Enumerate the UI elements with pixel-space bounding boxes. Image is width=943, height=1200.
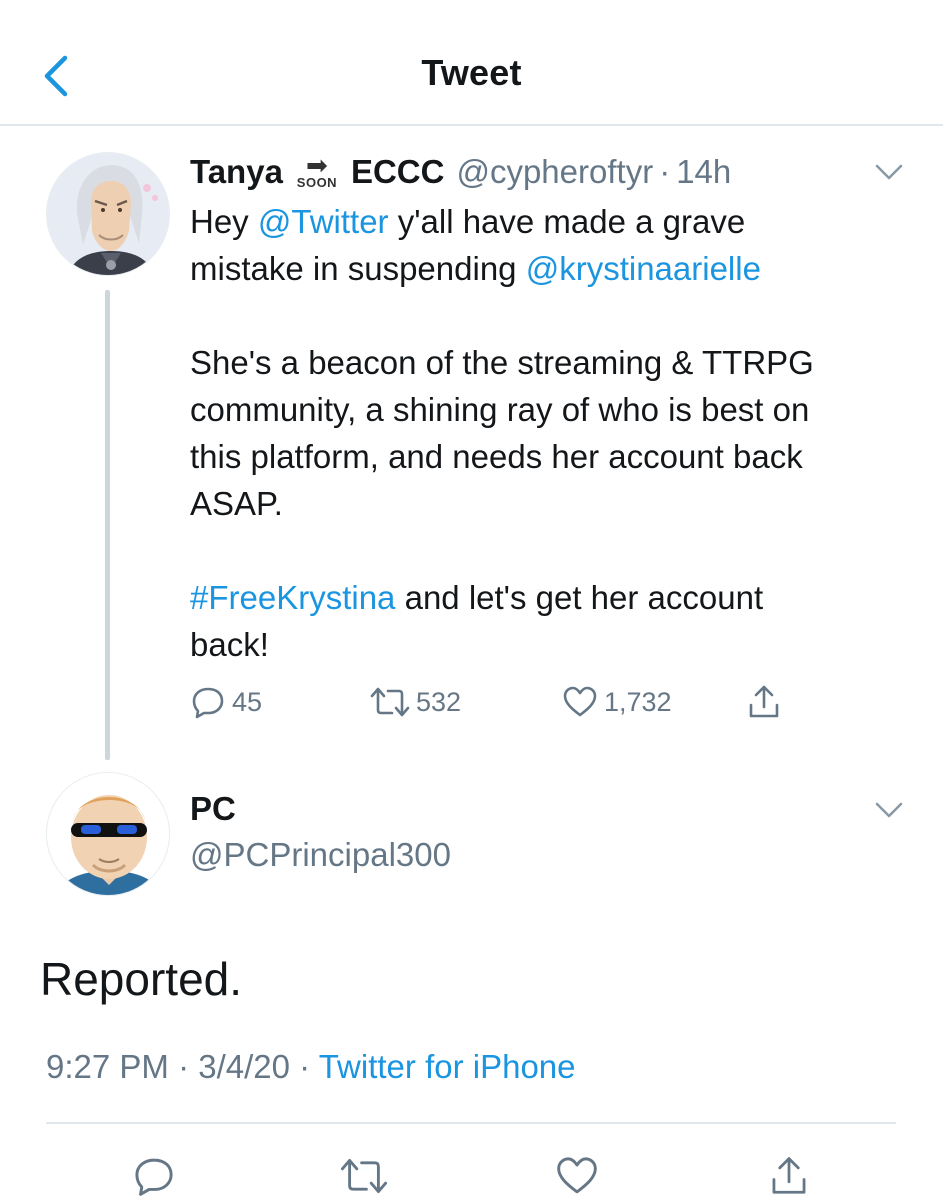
like-button[interactable] [553,1152,601,1200]
user-handle[interactable]: @cypheroftyr [456,153,653,191]
tweet-text: Hey @Twitter y'all have made a grave mis… [190,198,910,668]
tweet-header: Tanya ➡ SOON ECCC @cypheroftyr · 14h [190,150,731,194]
heart-icon [563,686,597,717]
tweet-menu-button[interactable] [873,798,905,822]
tweet-source-link[interactable]: Twitter for iPhone [319,1048,576,1085]
reply-user-handle[interactable]: @PCPrincipal300 [190,836,451,874]
mention-link[interactable]: @krystinaarielle [526,250,761,287]
hashtag-link[interactable]: #FreeKrystina [190,579,395,616]
mention-link[interactable]: @Twitter [258,203,389,240]
soon-arrow-emoji: ➡ SOON [293,150,341,190]
retweet-count: 532 [416,686,462,717]
display-name[interactable]: Tanya [190,153,283,191]
arrow-right-icon: ➡ [306,150,328,180]
reply-count: 45 [232,686,263,717]
reply-button[interactable] [130,1152,178,1200]
avatar-illustration [47,153,169,275]
reply-button[interactable]: 45 [190,680,262,724]
chevron-down-icon [875,802,903,818]
soon-label: SOON [296,175,338,190]
reply-tweet-actions [0,1142,943,1200]
share-button[interactable] [746,680,788,724]
tweet-time[interactable]: 14h [676,153,731,191]
avatar-illustration [47,773,169,895]
tweet-timestamp: 9:27 PM [46,1048,169,1085]
separator-dot: · [168,1048,199,1085]
chevron-down-icon [875,164,903,180]
tweet-detail-screen: Tweet Tanya ➡ SOON ECCC @cypheroftyr · 1… [0,0,943,1200]
tweet-text-segment: Hey [190,203,258,240]
reply-icon [135,1158,173,1196]
tweet-text-segment: She's a beacon of the streaming & TTRPG … [190,344,814,522]
retweet-button[interactable] [340,1152,388,1200]
share-button[interactable] [765,1152,813,1200]
retweet-icon [370,687,410,717]
like-count: 1,732 [604,686,672,717]
avatar[interactable] [46,772,170,896]
share-icon [772,1157,806,1194]
heart-icon [557,1157,597,1194]
divider [46,1122,896,1124]
avatar[interactable] [46,152,170,276]
nav-header: Tweet [0,0,943,126]
reply-icon [192,687,224,719]
separator-dot: · [289,1048,319,1085]
tweet-actions: 45 532 1,732 [190,680,810,724]
separator-dot: · [659,153,671,190]
tweet-menu-button[interactable] [873,160,905,184]
reply-display-name[interactable]: PC [190,790,236,828]
thread-connector-line [105,290,110,760]
tweet-date: 3/4/20 [198,1048,290,1085]
share-icon [749,685,779,718]
retweet-button[interactable]: 532 [370,680,461,724]
like-button[interactable]: 1,732 [562,680,672,724]
retweet-icon [340,1158,388,1194]
reply-tweet-text: Reported. [40,953,243,1005]
page-title: Tweet [421,52,522,93]
display-name-suffix[interactable]: ECCC [351,153,445,191]
tweet-metadata: 9:27 PM · 3/4/20 · Twitter for iPhone [46,1048,576,1086]
